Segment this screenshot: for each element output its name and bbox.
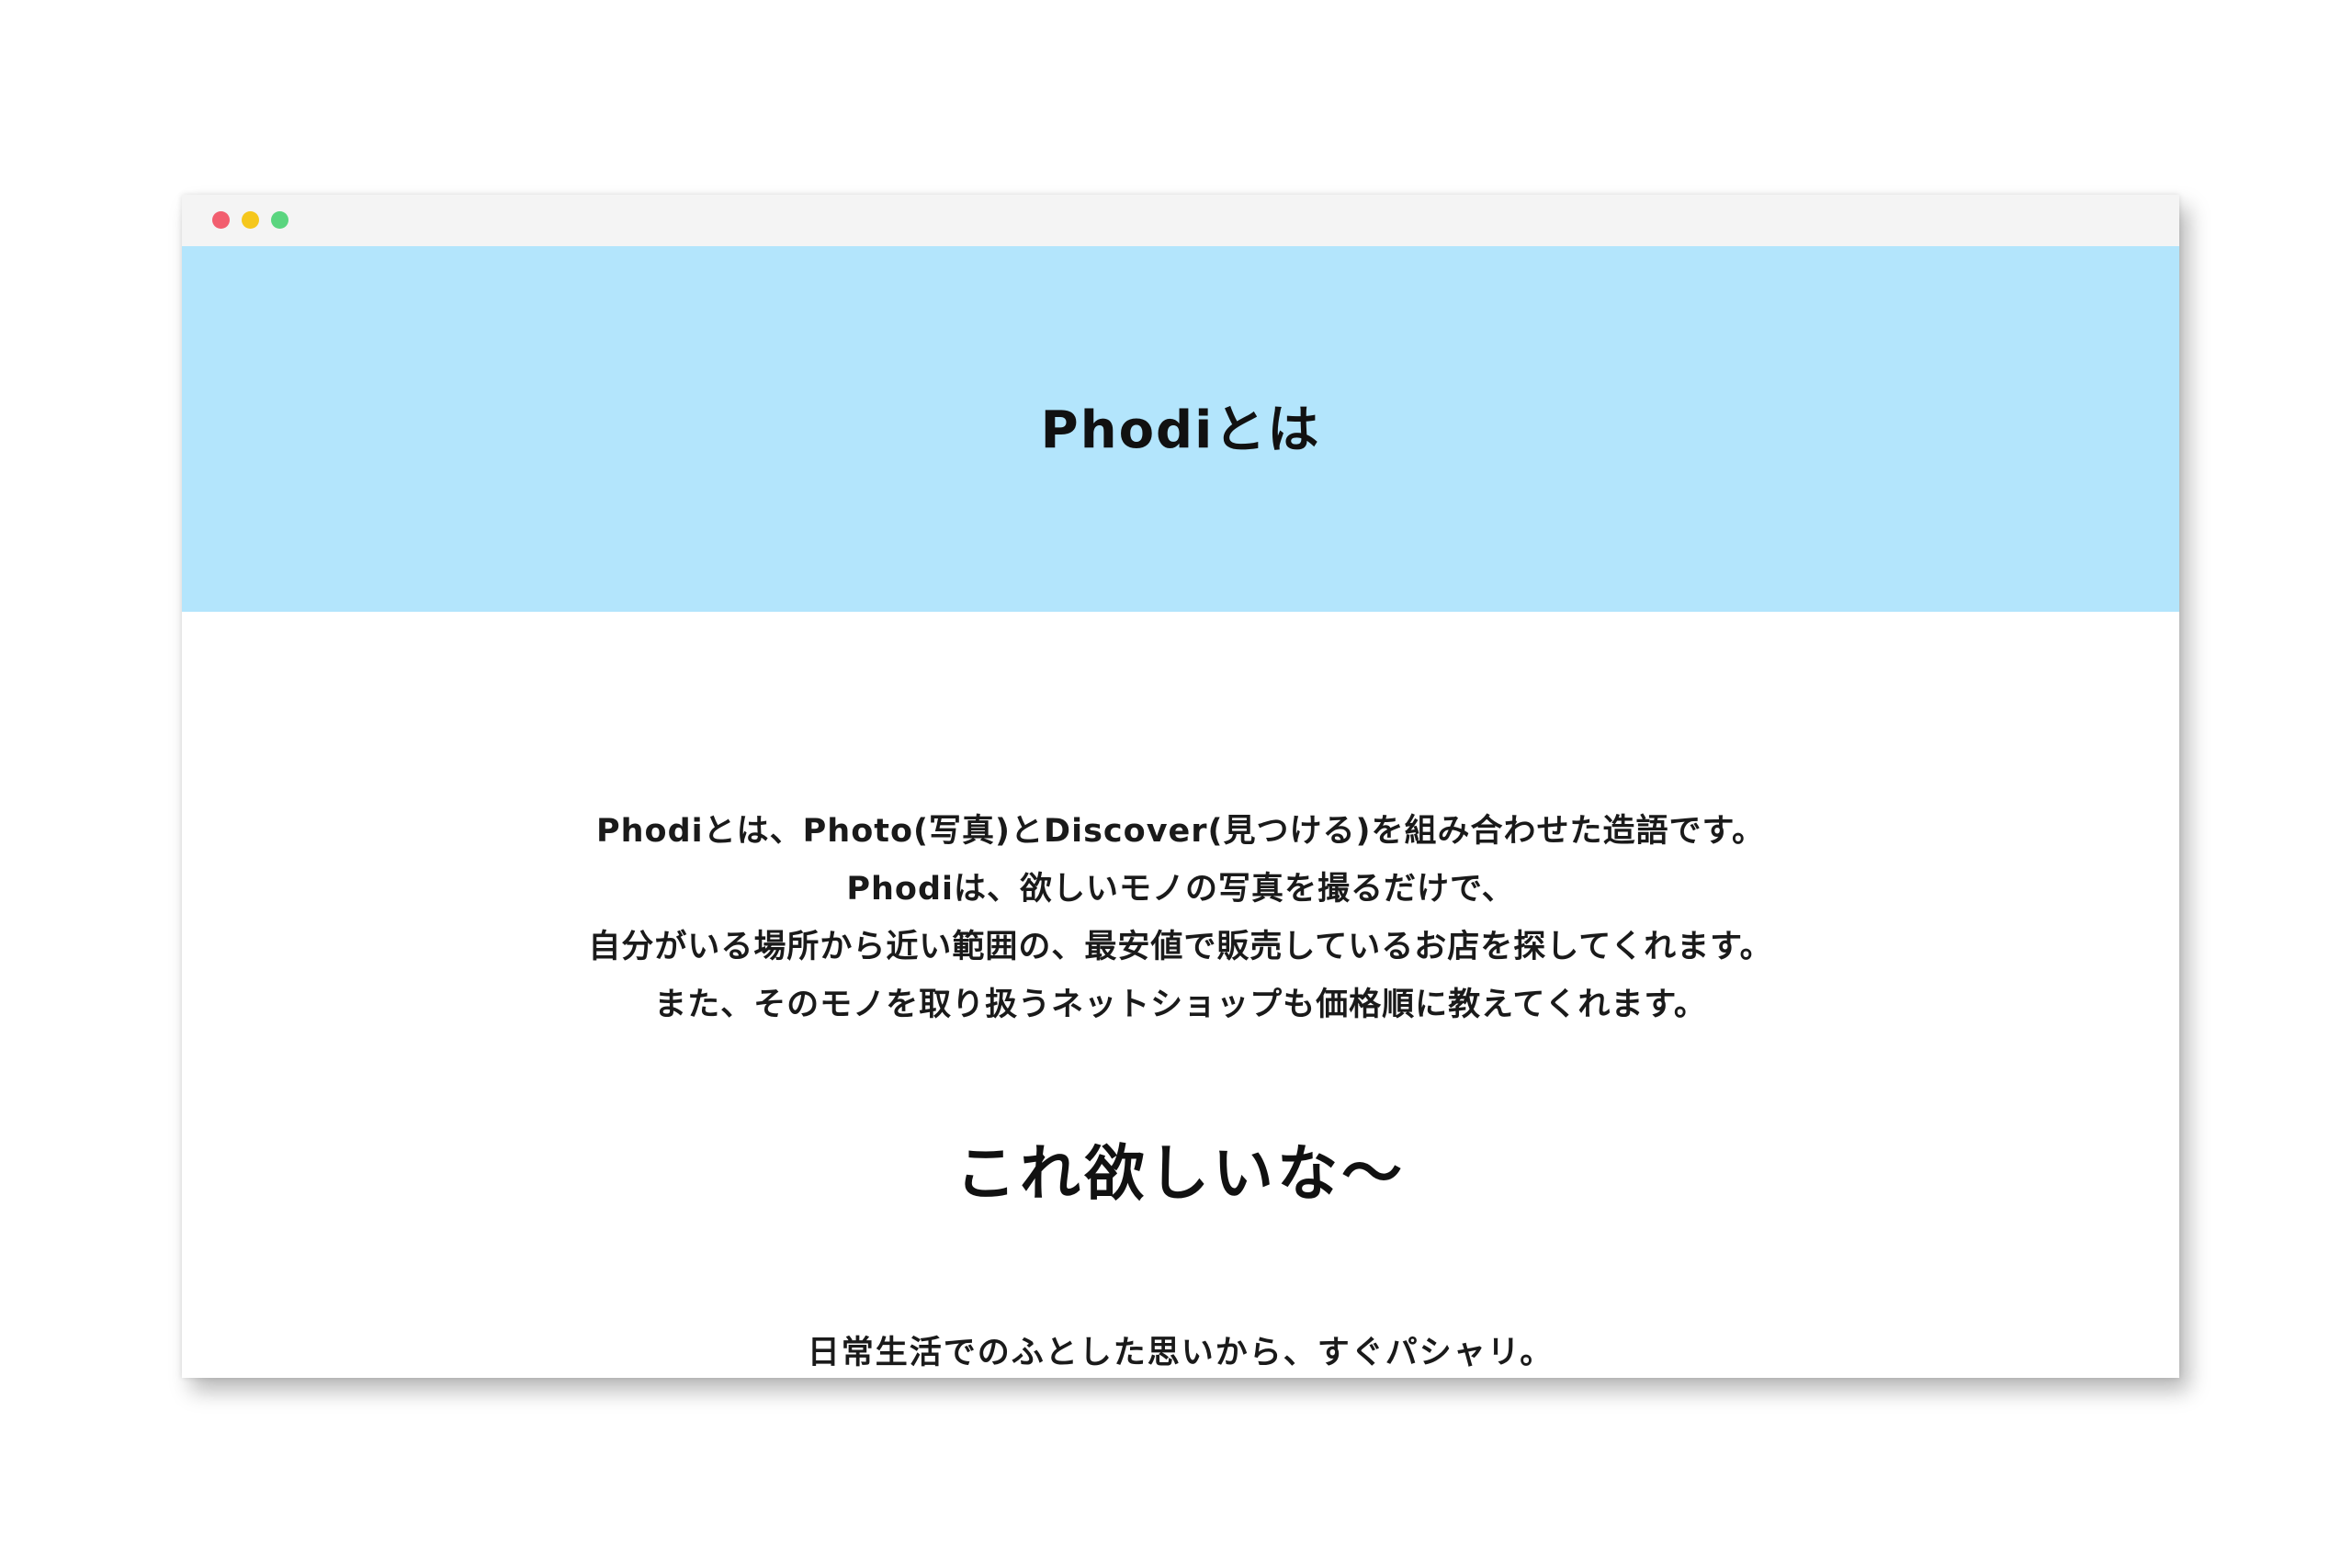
browser-window: Phodiとは Phodiとは、Photo(写真)とDiscover(見つける)… bbox=[182, 195, 2179, 1378]
intro-paragraph: Phodiとは、Photo(写真)とDiscover(見つける)を組み合わせた造… bbox=[182, 803, 2179, 1034]
section-text: 日常生活でのふとした思いから、すぐパシャリ。 bbox=[807, 1335, 1555, 1371]
intro-line-2: Phodiは、欲しいモノの写真を撮るだけで、 bbox=[846, 871, 1515, 908]
minimize-window-button[interactable] bbox=[242, 211, 259, 229]
intro-line-4: また、そのモノを取り扱うネットショップも価格順に教えてくれます。 bbox=[654, 987, 1707, 1023]
page-title: Phodiとは bbox=[1040, 400, 1321, 460]
hero-banner: Phodiとは bbox=[182, 246, 2179, 612]
maximize-window-button[interactable] bbox=[271, 211, 288, 229]
page: Phodiとは Phodiとは、Photo(写真)とDiscover(見つける)… bbox=[0, 0, 2352, 1568]
window-titlebar bbox=[182, 195, 2179, 246]
intro-line-1: Phodiとは、Photo(写真)とDiscover(見つける)を組み合わせた造… bbox=[595, 813, 1766, 850]
close-window-button[interactable] bbox=[212, 211, 230, 229]
section-heading: これ欲しいな〜 bbox=[956, 1138, 1406, 1209]
intro-line-3: 自分がいる場所から近い範囲の、最安値で販売しているお店を探してくれます。 bbox=[588, 929, 1773, 965]
